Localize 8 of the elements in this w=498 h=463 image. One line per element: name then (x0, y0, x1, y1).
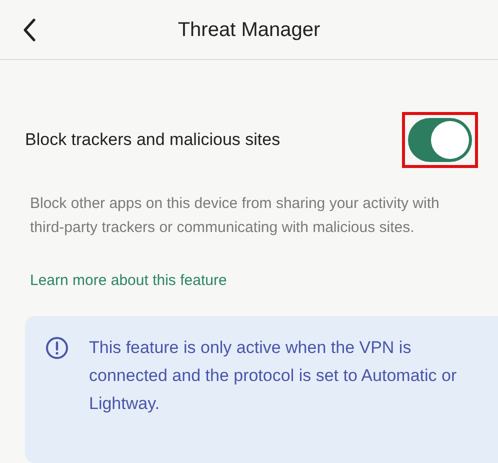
notice-text: This feature is only active when the VPN is connected and the protocol is set to Automatic or Lightway. (89, 336, 458, 414)
learn-more-link[interactable]: Learn more about this feature (30, 270, 227, 292)
toggle-switch[interactable] (408, 118, 472, 162)
window-title: Threat Manager (178, 18, 320, 42)
setting-label: Block trackers and malicious sites (25, 129, 280, 152)
description-text: Block other apps on this device from sharing your activity with third-party trackers or communicating with malicious sites. (29, 194, 440, 238)
info-icon (45, 336, 69, 360)
back-icon (22, 18, 36, 42)
